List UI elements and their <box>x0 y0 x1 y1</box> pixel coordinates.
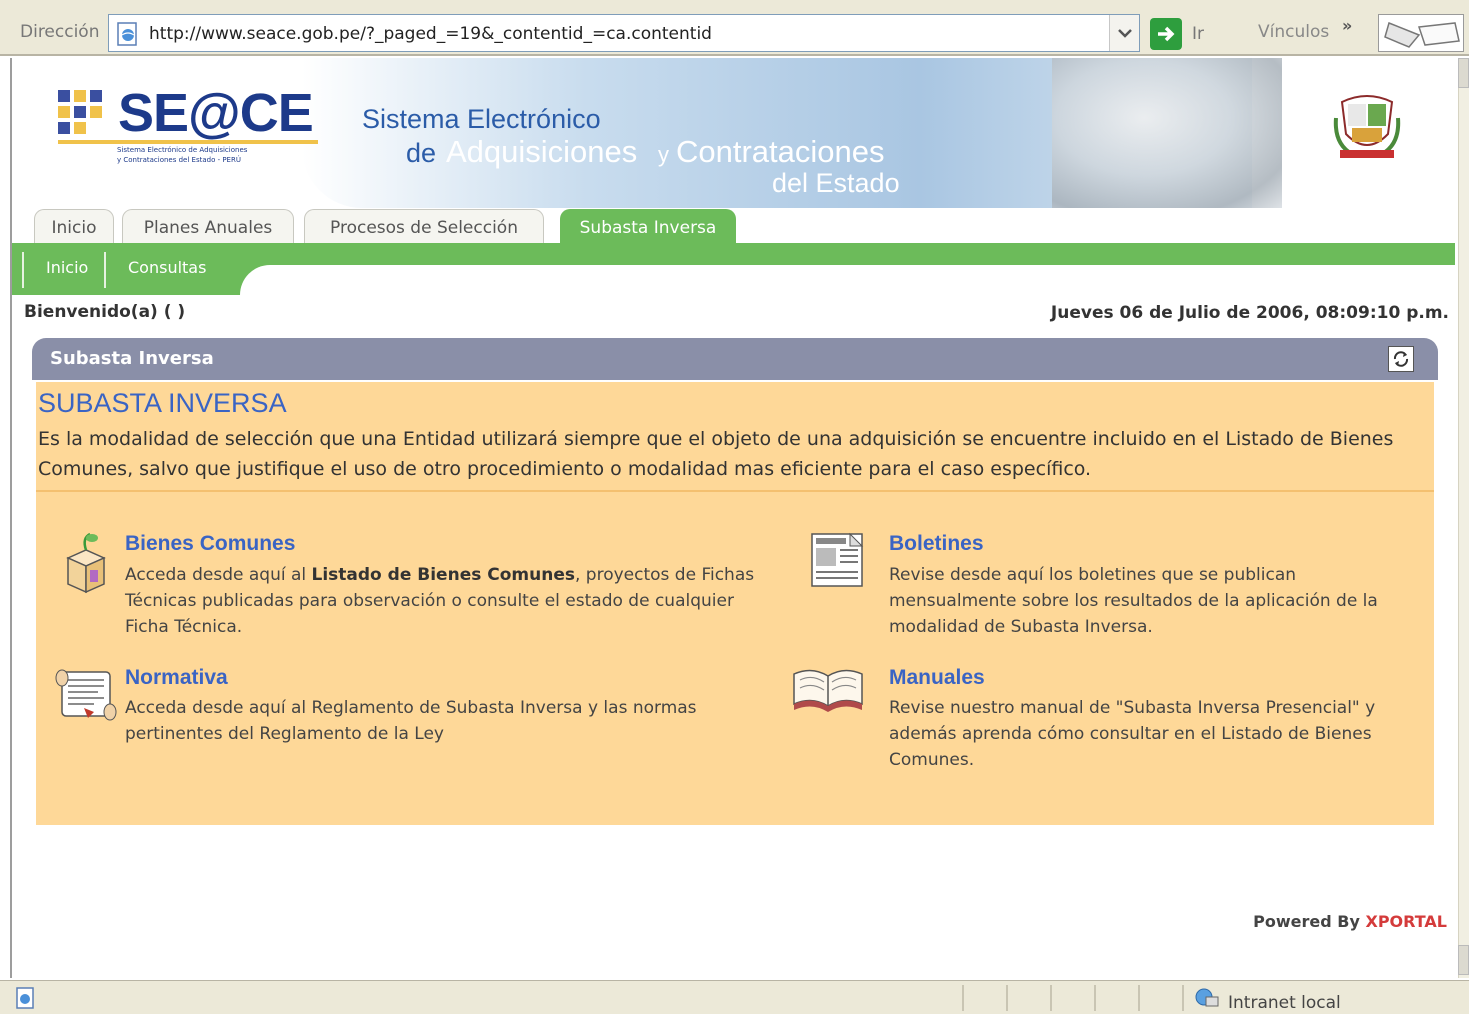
vertical-scrollbar[interactable] <box>1458 58 1469 978</box>
tagline-line-3: del Estado <box>772 168 900 198</box>
tab-planes-anuales[interactable]: Planes Anuales <box>122 209 294 245</box>
panel-title: Subasta Inversa <box>50 348 214 369</box>
powered-prefix: Powered By <box>1253 912 1366 931</box>
url-dropdown-button[interactable] <box>1109 15 1139 51</box>
links-chevron-icon[interactable]: » <box>1342 16 1352 35</box>
scroll-up-button[interactable] <box>1458 58 1469 88</box>
subnav-separator <box>104 252 106 288</box>
panel-header: Subasta Inversa <box>32 338 1438 380</box>
tab-inicio[interactable]: Inicio <box>34 209 114 245</box>
subasta-inversa-panel: SUBASTA INVERSA Es la modalidad de selec… <box>36 382 1434 825</box>
arrow-right-icon <box>1158 26 1175 42</box>
manuales-text: Revise nuestro manual de "Subasta Invers… <box>889 698 1376 770</box>
tagline-y: y <box>658 142 669 167</box>
box-package-icon <box>66 532 106 594</box>
refresh-button[interactable] <box>1388 346 1414 372</box>
subnav-curve <box>240 265 320 295</box>
links-label[interactable]: Vínculos <box>1258 22 1329 42</box>
status-separator <box>1138 985 1140 1011</box>
boletines-text: Revise desde aquí los boletines que se p… <box>889 565 1378 637</box>
status-separator <box>1094 985 1096 1011</box>
address-label: Dirección <box>20 22 100 42</box>
status-bar: Intranet local <box>0 980 1469 1014</box>
logo-underline <box>58 140 318 144</box>
url-input[interactable]: http://www.seace.gob.pe/?_paged_=19&_con… <box>108 14 1140 52</box>
status-separator <box>1006 985 1008 1011</box>
peru-coat-of-arms-icon <box>1333 95 1401 158</box>
tab-procesos-seleccion[interactable]: Procesos de Selección <box>304 209 544 245</box>
logo-subtitle-2: y Contrataciones del Estado - PERÚ <box>117 156 241 164</box>
tagline-de: de <box>406 138 437 168</box>
normativa-text: Acceda desde aquí al Reglamento de Subas… <box>125 698 697 744</box>
welcome-text: Bienvenido(a) ( ) <box>24 302 186 322</box>
status-separator <box>962 985 964 1011</box>
chevron-down-icon <box>1118 29 1132 38</box>
normativa-title[interactable]: Normativa <box>125 666 228 690</box>
tagline-adquisiciones: Adquisiciones <box>446 134 638 169</box>
status-separator <box>1050 985 1052 1011</box>
panel-divider <box>36 490 1434 492</box>
powered-by: Powered By XPORTAL <box>1253 912 1447 931</box>
logo-subtitle-1: Sistema Electrónico de Adquisiciones <box>117 146 248 154</box>
url-text: http://www.seace.gob.pe/?_paged_=19&_con… <box>149 24 712 44</box>
banner-photo <box>1052 58 1282 208</box>
tab-subasta-inversa[interactable]: Subasta Inversa <box>560 209 736 245</box>
boletines-title[interactable]: Boletines <box>889 532 984 556</box>
bienes-comunes-title[interactable]: Bienes Comunes <box>125 532 295 556</box>
scroll-document-icon <box>55 669 117 721</box>
windows-logo-throbber <box>1378 14 1464 52</box>
listado-bienes-comunes-link[interactable]: Listado de Bienes Comunes <box>312 565 575 585</box>
windows-flag-icon <box>1384 21 1460 48</box>
newsletter-icon <box>811 532 864 587</box>
page-status-icon <box>16 987 34 1009</box>
intro-title: SUBASTA INVERSA <box>38 388 287 418</box>
subnav-consultas[interactable]: Consultas <box>128 258 206 277</box>
seace-logo-icon <box>58 90 102 134</box>
scroll-down-button[interactable] <box>1458 945 1469 975</box>
tagline-line-1: Sistema Electrónico <box>362 104 601 134</box>
subnav-separator <box>22 252 24 288</box>
status-separator <box>1182 985 1184 1011</box>
site-header: SE@CE Sistema Electrónico de Adquisicion… <box>12 58 1458 208</box>
security-zone-label: Intranet local <box>1228 993 1341 1013</box>
intranet-zone-icon <box>1195 988 1219 1007</box>
bienes-comunes-text: Acceda desde aquí al Listado de Bienes C… <box>125 562 765 640</box>
xportal-brand-link[interactable]: XPORTAL <box>1365 912 1447 931</box>
subnav-inicio[interactable]: Inicio <box>46 258 88 277</box>
tagline-contrataciones: Contrataciones <box>676 134 885 169</box>
manuales-title[interactable]: Manuales <box>889 666 985 690</box>
bienes-text-before: Acceda desde aquí al <box>125 565 312 585</box>
address-bar: Dirección http://www.seace.gob.pe/?_page… <box>0 0 1469 56</box>
site-logo-text[interactable]: SE@CE <box>118 82 314 144</box>
open-book-icon <box>793 669 863 712</box>
refresh-icon <box>1393 351 1409 367</box>
current-datetime: Jueves 06 de Julio de 2006, 08:09:10 p.m… <box>1050 303 1449 323</box>
go-button[interactable] <box>1150 18 1182 50</box>
go-label[interactable]: Ir <box>1192 24 1204 44</box>
intro-text: Es la modalidad de selección que una Ent… <box>38 428 1394 480</box>
main-tabs: Inicio Planes Anuales Procesos de Selecc… <box>12 205 1458 245</box>
page-icon <box>117 22 137 46</box>
